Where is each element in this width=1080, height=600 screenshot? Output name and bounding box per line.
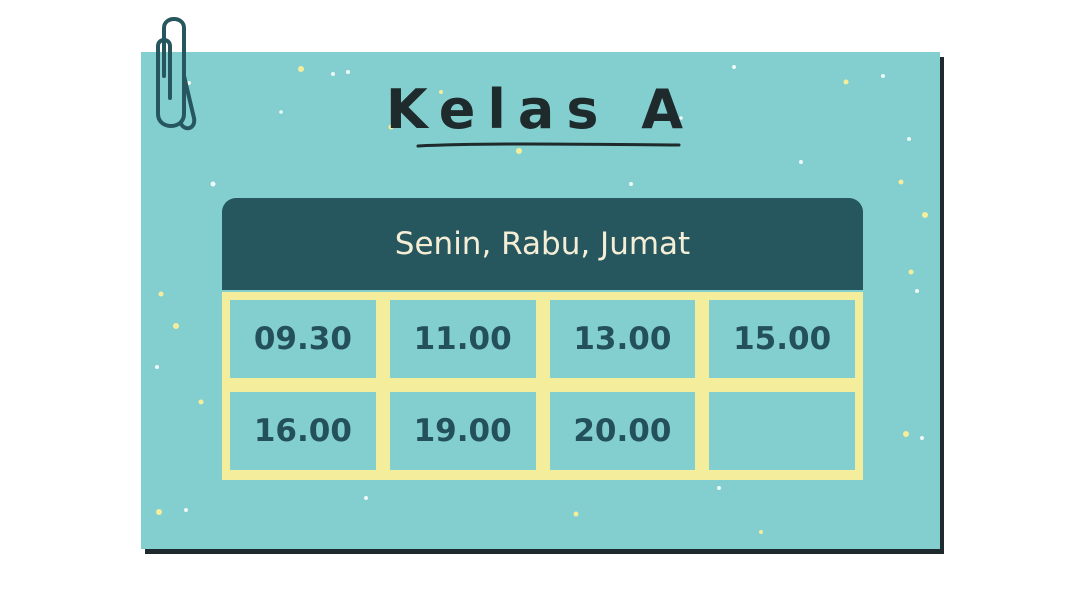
time-slot-empty bbox=[709, 392, 855, 470]
time-slot: 19.00 bbox=[389, 392, 536, 470]
schedule-card: Kelas A Senin, Rabu, Jumat 09.30 11.00 1… bbox=[141, 52, 940, 549]
time-grid: 09.30 11.00 13.00 15.00 16.00 19.00 20.0… bbox=[222, 292, 863, 480]
paperclip-icon bbox=[156, 17, 197, 131]
schedule-table: Senin, Rabu, Jumat 09.30 11.00 13.00 15.… bbox=[222, 198, 863, 480]
time-slot: 20.00 bbox=[549, 392, 696, 470]
time-slot: 16.00 bbox=[230, 392, 376, 470]
time-slot: 09.30 bbox=[230, 300, 376, 378]
time-slot: 11.00 bbox=[389, 300, 536, 378]
time-slot: 13.00 bbox=[549, 300, 696, 378]
schedule-days: Senin, Rabu, Jumat bbox=[222, 198, 863, 290]
time-slot: 15.00 bbox=[709, 300, 855, 378]
title-underline bbox=[416, 142, 681, 148]
class-title: Kelas A bbox=[385, 78, 696, 141]
